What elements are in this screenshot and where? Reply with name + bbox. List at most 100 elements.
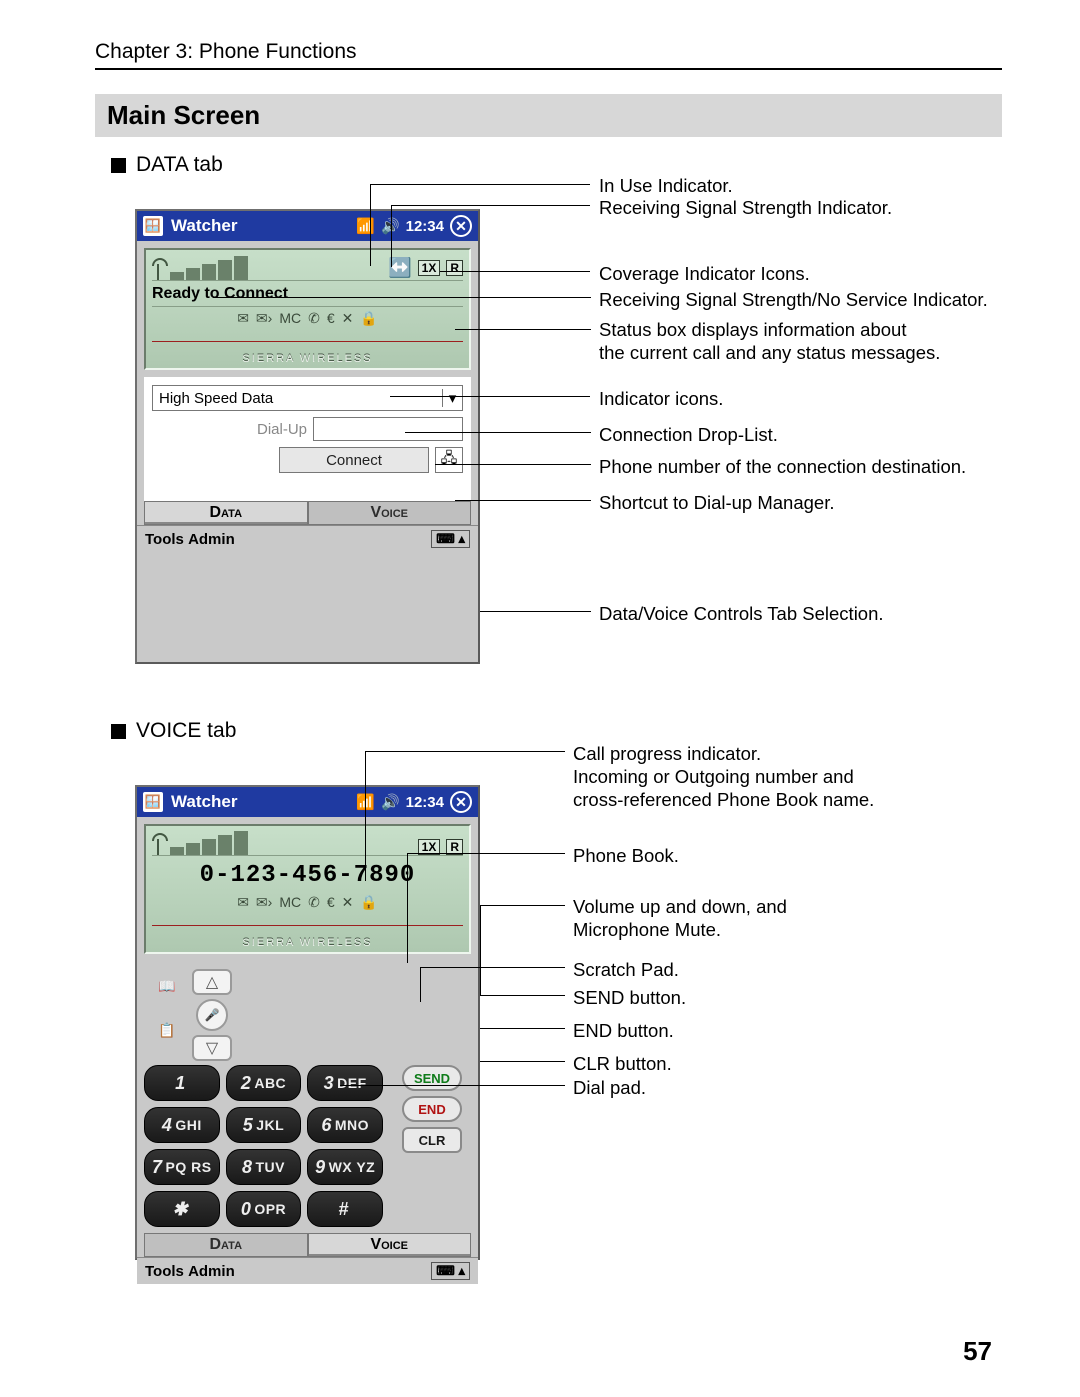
keyboard-toggle-icon[interactable]: ⌨ ▴: [431, 530, 470, 548]
square-bullet-icon: [111, 724, 126, 739]
dialup-field[interactable]: [313, 417, 463, 441]
menubar: Tools Admin ⌨ ▴: [137, 525, 478, 552]
connection-droplist-text: High Speed Data: [153, 390, 442, 407]
phonebook-icon[interactable]: 📖: [152, 973, 182, 999]
chevron-down-icon[interactable]: ▾: [442, 389, 462, 407]
antenna-icon: [152, 833, 166, 855]
tab-data[interactable]: Data: [144, 501, 308, 525]
signal-bar: [202, 264, 216, 280]
callout: Call progress indicator. Incoming or Out…: [573, 742, 874, 811]
menu-admin[interactable]: Admin: [188, 1263, 235, 1280]
menu-admin[interactable]: Admin: [188, 531, 235, 548]
signal-bar: [170, 272, 184, 280]
key-star[interactable]: ✱: [144, 1191, 220, 1227]
callout: Phone number of the connection destinati…: [599, 455, 966, 478]
close-icon[interactable]: ✕: [450, 215, 472, 237]
mc-icon: MC: [279, 310, 301, 327]
device-data-tab: 🪟 Watcher 📶 🔊 12:34 ✕: [135, 209, 480, 664]
tab-voice[interactable]: Voice: [308, 501, 472, 525]
key-8[interactable]: 8TUV: [226, 1149, 302, 1185]
clr-button[interactable]: CLR: [402, 1127, 462, 1153]
indicator-row: ✉ ✉› MC ✆ € ✕ 🔒: [152, 891, 463, 916]
callout: Data/Voice Controls Tab Selection.: [599, 602, 884, 625]
chapter-rule: [95, 68, 1002, 70]
dialup-manager-icon[interactable]: 🖧: [435, 447, 463, 473]
callout: Receiving Signal Strength/No Service Ind…: [599, 288, 988, 311]
subhead-voice: VOICE tab: [111, 719, 1002, 743]
dialpad: 1 2ABC 3DEF 4GHI 5JKL 6MNO 7PQ RS 8TUV 9…: [144, 1065, 383, 1227]
key-1[interactable]: 1: [144, 1065, 220, 1101]
key-7[interactable]: 7PQ RS: [144, 1149, 220, 1185]
key-4[interactable]: 4GHI: [144, 1107, 220, 1143]
swirl-divider-icon: [152, 919, 463, 932]
phone-icon: ✆: [308, 310, 320, 327]
clock-text: 12:34: [406, 794, 444, 811]
callout: Shortcut to Dial-up Manager.: [599, 491, 835, 514]
tab-data[interactable]: Data: [144, 1233, 308, 1257]
key-hash[interactable]: #: [307, 1191, 383, 1227]
mc-icon: MC: [279, 894, 301, 911]
callout: Phone Book.: [573, 844, 679, 867]
voice-body: 📖 📋 △ 🎤 ▽: [144, 961, 471, 1065]
envelope-arrow-icon: ✉›: [256, 894, 272, 911]
send-button[interactable]: SEND: [402, 1065, 462, 1091]
key-5[interactable]: 5JKL: [226, 1107, 302, 1143]
app-title: Watcher: [171, 216, 348, 236]
callout: END button.: [573, 1019, 674, 1042]
dialed-number: 0-123-456-7890: [152, 856, 463, 891]
subhead-data: DATA tab: [111, 153, 1002, 177]
callout: Volume up and down, and Microphone Mute.: [573, 895, 787, 941]
titlebar: 🪟 Watcher 📶 🔊 12:34 ✕: [137, 211, 478, 241]
end-button[interactable]: END: [402, 1096, 462, 1122]
app-title: Watcher: [171, 792, 348, 812]
keyboard-toggle-icon[interactable]: ⌨ ▴: [431, 1262, 470, 1280]
callout: Coverage Indicator Icons.: [599, 262, 810, 285]
key-3[interactable]: 3DEF: [307, 1065, 383, 1101]
menu-tools[interactable]: Tools: [145, 1263, 184, 1280]
callout: Receiving Signal Strength Indicator.: [599, 196, 892, 219]
callout: Connection Drop-List.: [599, 423, 778, 446]
menubar: Tools Admin ⌨ ▴: [137, 1257, 478, 1284]
callout: In Use Indicator.: [599, 174, 733, 197]
signal-row: ↔️ 1X R: [152, 254, 463, 280]
titlebar: 🪟 Watcher 📶 🔊 12:34 ✕: [137, 787, 478, 817]
signal-row: 1X R: [152, 829, 463, 855]
currency-icon: €: [327, 894, 335, 911]
lock-icon: 🔒: [360, 894, 377, 911]
tabs: Data Voice: [144, 501, 471, 525]
menu-tools[interactable]: Tools: [145, 531, 184, 548]
key-9[interactable]: 9WX YZ: [307, 1149, 383, 1185]
key-2[interactable]: 2ABC: [226, 1065, 302, 1101]
envelope-icon: ✉: [237, 310, 249, 327]
section-heading: Main Screen: [95, 94, 1002, 137]
signal-bar: [234, 256, 248, 280]
mute-icon: ✕: [342, 310, 354, 327]
mic-mute-button[interactable]: 🎤: [196, 999, 228, 1031]
clock-text: 12:34: [406, 218, 444, 235]
key-0[interactable]: 0OPR: [226, 1191, 302, 1227]
callout: CLR button.: [573, 1052, 672, 1075]
connection-droplist[interactable]: High Speed Data ▾: [152, 385, 463, 411]
chapter-heading: Chapter 3: Phone Functions: [95, 40, 1002, 64]
figure-data-tab: 🪟 Watcher 📶 🔊 12:34 ✕: [95, 179, 1002, 709]
mute-icon: ✕: [342, 894, 354, 911]
titlebar-right: 📶 🔊 12:34 ✕: [356, 215, 472, 237]
volume-down-button[interactable]: ▽: [192, 1035, 232, 1061]
scratchpad-icon[interactable]: 📋: [152, 1017, 182, 1043]
square-bullet-icon: [111, 158, 126, 173]
callout: Status box displays information about th…: [599, 318, 940, 364]
close-icon[interactable]: ✕: [450, 791, 472, 813]
volume-up-button[interactable]: △: [192, 969, 232, 995]
tab-voice[interactable]: Voice: [308, 1233, 472, 1257]
windows-flag-icon[interactable]: 🪟: [143, 216, 163, 236]
brand-label: SIERRA WIRELESS: [152, 935, 463, 952]
status-panel: 1X R 0-123-456-7890 ✉ ✉› MC ✆ € ✕ 🔒 SIER…: [144, 824, 471, 954]
envelope-icon: ✉: [237, 894, 249, 911]
windows-flag-icon[interactable]: 🪟: [143, 792, 163, 812]
key-6[interactable]: 6MNO: [307, 1107, 383, 1143]
page-number: 57: [963, 1336, 992, 1367]
callout: Indicator icons.: [599, 387, 723, 410]
connect-button[interactable]: Connect: [279, 447, 429, 473]
signal-bar: [186, 268, 200, 280]
subhead-voice-label: VOICE tab: [136, 719, 236, 743]
